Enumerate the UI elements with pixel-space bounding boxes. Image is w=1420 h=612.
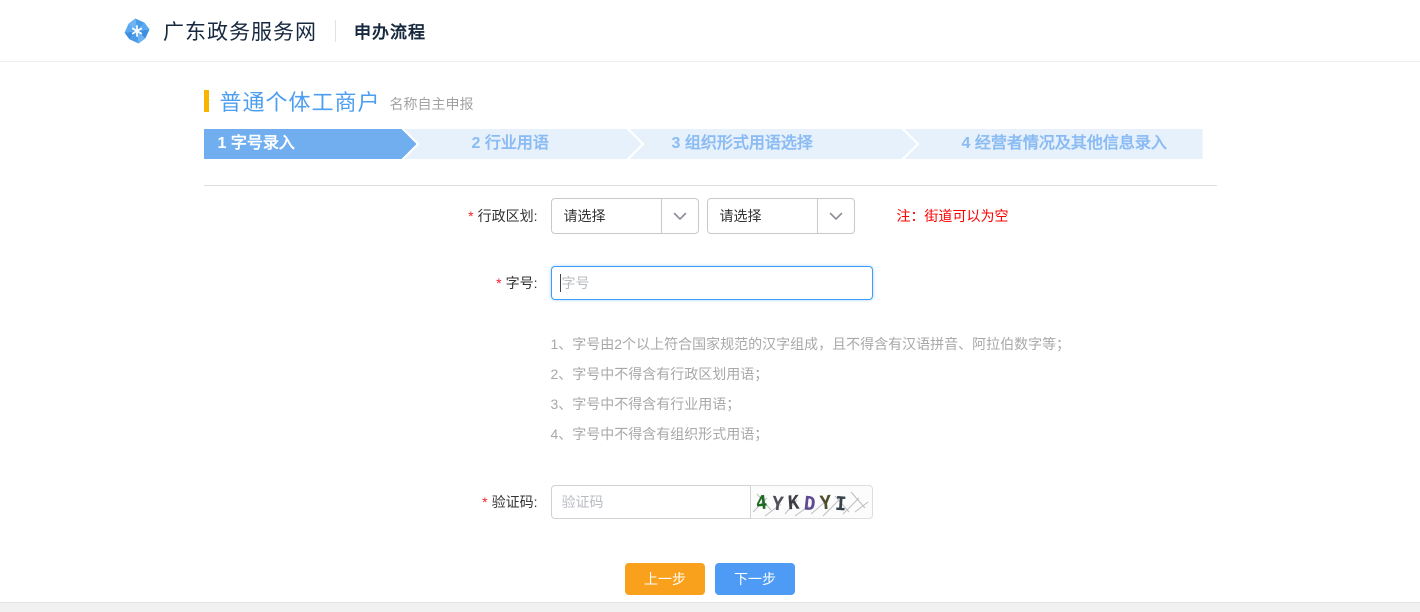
region-label: *行政区划: bbox=[204, 206, 551, 226]
name-rules-list: 1、字号由2个以上符合国家规范的汉字组成，且不得含有汉语拼音、阿拉伯数字等； 2… bbox=[551, 334, 1217, 444]
captcha-image[interactable]: 4 Y K D Y I bbox=[751, 485, 873, 519]
captcha-char: Y bbox=[818, 492, 832, 515]
page-subtitle: 名称自主申报 bbox=[390, 94, 474, 114]
required-mark: * bbox=[496, 275, 501, 291]
footer-strip bbox=[0, 602, 1420, 612]
captcha-char: K bbox=[787, 492, 801, 515]
chevron-down-icon[interactable] bbox=[817, 199, 854, 233]
step-2-industry-term[interactable]: 2 行业用语 bbox=[405, 129, 642, 159]
street-select[interactable]: 请选择 bbox=[707, 198, 855, 234]
chevron-down-icon[interactable] bbox=[661, 199, 698, 233]
step-4-operator-info[interactable]: 4 经营者情况及其他信息录入 bbox=[905, 129, 1203, 159]
district-select-value: 请选择 bbox=[552, 206, 661, 226]
required-mark: * bbox=[468, 208, 473, 224]
step-3-org-form-term[interactable]: 3 组织形式用语选择 bbox=[630, 129, 917, 159]
captcha-char: 4 bbox=[754, 491, 768, 514]
page-title: 普通个体工商户 bbox=[220, 85, 381, 117]
captcha-label: *验证码: bbox=[204, 492, 551, 512]
street-optional-note: 注：街道可以为空 bbox=[897, 206, 1009, 226]
header-section-title: 申办流程 bbox=[354, 18, 426, 43]
action-buttons: 上一步 下一步 bbox=[204, 563, 1217, 595]
gdzwfw-logo-icon bbox=[122, 16, 152, 46]
header: 广东政务服务网 申办流程 bbox=[0, 0, 1420, 62]
business-name-label: *字号: bbox=[204, 273, 551, 293]
previous-step-button[interactable]: 上一步 bbox=[625, 563, 705, 595]
site-title: 广东政务服务网 bbox=[163, 16, 317, 46]
captcha-char: I bbox=[834, 493, 847, 516]
name-rule-2: 2、字号中不得含有行政区划用语； bbox=[551, 364, 1217, 384]
step-1-name-entry[interactable]: 1 字号录入 bbox=[204, 129, 417, 159]
section-divider bbox=[204, 185, 1217, 186]
step-wizard: 1 字号录入 2 行业用语 3 组织形式用语选择 4 经营者情况及其他信息录入 bbox=[204, 129, 1217, 159]
title-accent-bar bbox=[204, 90, 209, 112]
text-caret bbox=[560, 274, 561, 292]
business-name-input-wrap bbox=[551, 266, 873, 300]
page-title-row: 普通个体工商户 名称自主申报 bbox=[204, 88, 1217, 114]
name-rule-3: 3、字号中不得含有行业用语； bbox=[551, 394, 1217, 414]
next-step-button[interactable]: 下一步 bbox=[715, 563, 795, 595]
district-select[interactable]: 请选择 bbox=[551, 198, 699, 234]
name-rule-1: 1、字号由2个以上符合国家规范的汉字组成，且不得含有汉语拼音、阿拉伯数字等； bbox=[551, 334, 1217, 354]
business-name-row: *字号: bbox=[204, 266, 1217, 300]
captcha-char: Y bbox=[771, 493, 785, 516]
required-mark: * bbox=[482, 494, 487, 510]
captcha-row: *验证码: 4 Y bbox=[204, 485, 1217, 519]
street-select-value: 请选择 bbox=[708, 206, 817, 226]
captcha-char: D bbox=[802, 492, 816, 515]
captcha-input[interactable] bbox=[551, 485, 751, 519]
business-name-input[interactable] bbox=[551, 266, 873, 300]
header-divider bbox=[335, 20, 336, 42]
main-content: 普通个体工商户 名称自主申报 1 字号录入 2 行业用语 3 组织形式用语选择 … bbox=[204, 88, 1217, 595]
name-rule-4: 4、字号中不得含有组织形式用语； bbox=[551, 424, 1217, 444]
region-row: *行政区划: 请选择 请选择 注：街道可以为空 bbox=[204, 198, 1217, 234]
